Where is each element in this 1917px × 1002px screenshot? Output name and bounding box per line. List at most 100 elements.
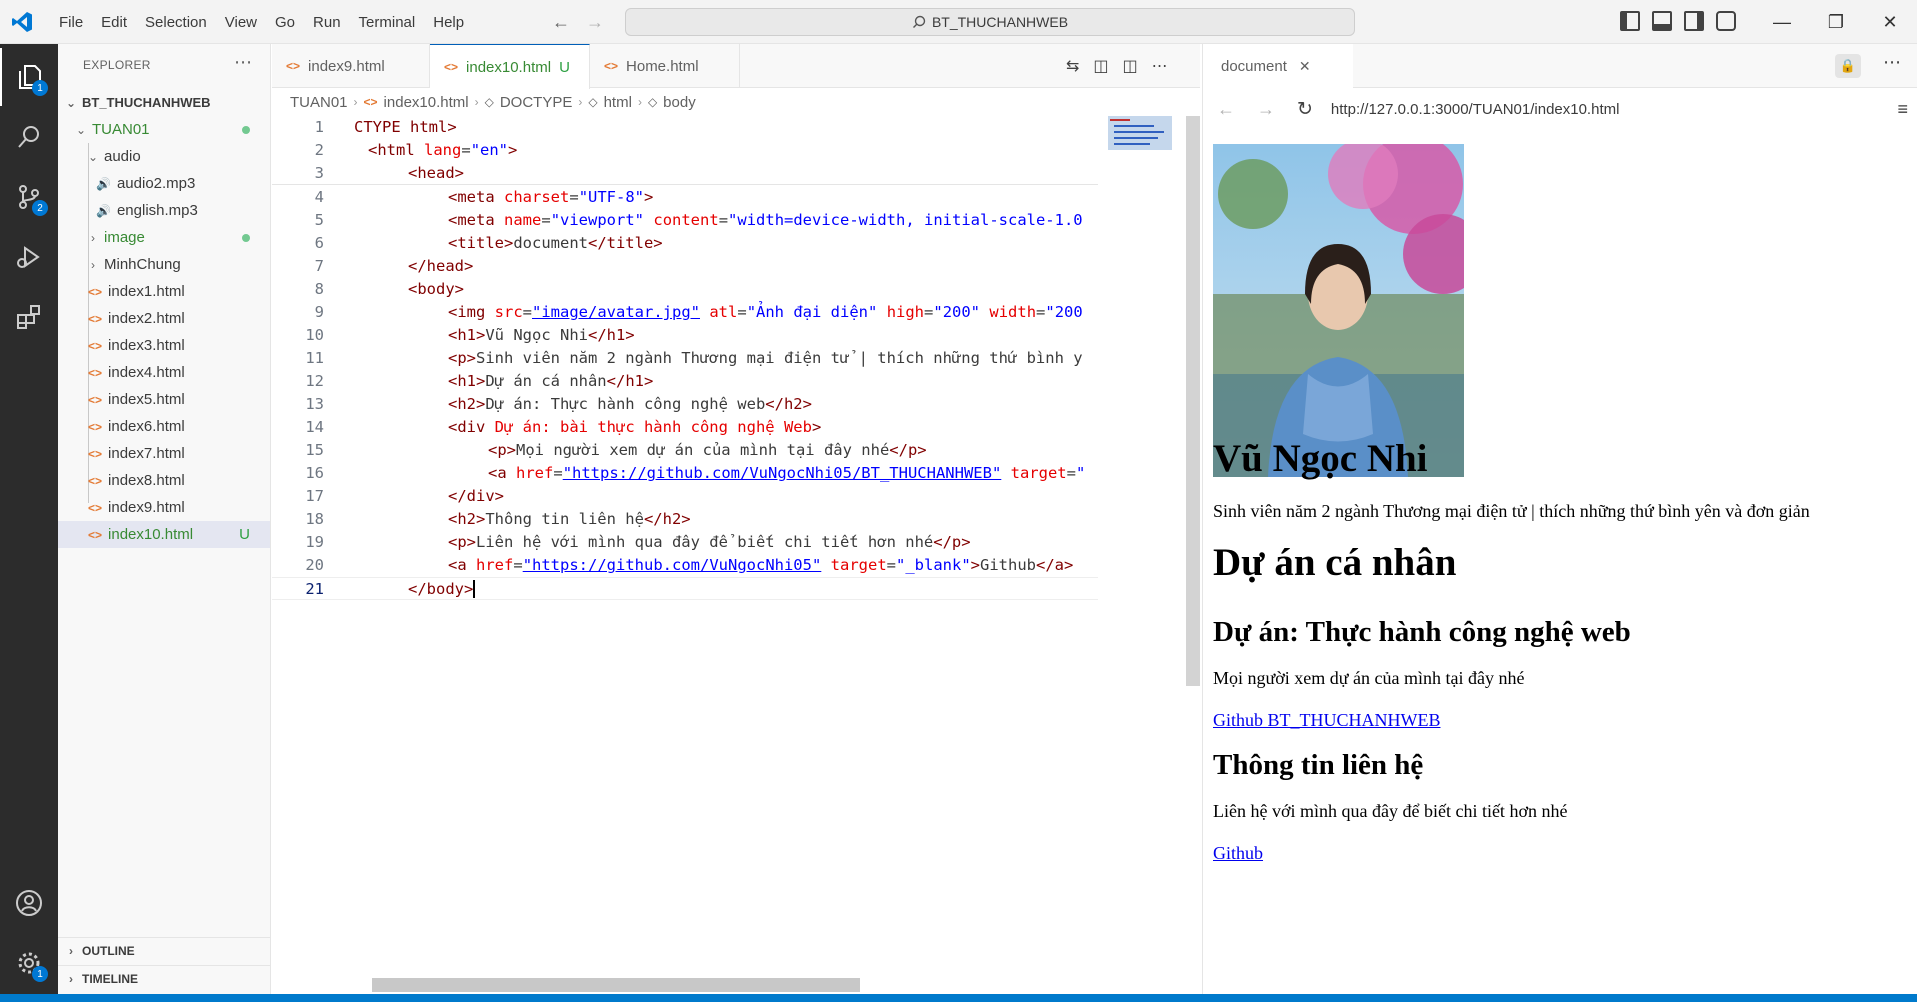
tree-file-index5[interactable]: <> index5.html [58, 386, 270, 413]
maximize-button[interactable]: ❐ [1809, 0, 1863, 44]
timeline-section[interactable]: › TIMELINE [58, 965, 270, 992]
tab-label: Home.html [626, 57, 699, 75]
line-number: 9 [314, 303, 324, 321]
breadcrumb-item[interactable]: DOCTYPE [500, 94, 573, 111]
breadcrumb-item[interactable]: index10.html [384, 94, 469, 111]
code-line: <h1>Vũ Ngọc Nhi</h1> [448, 326, 635, 344]
workspace-root[interactable]: ⌄ BT_THUCHANHWEB [58, 89, 270, 116]
tab-index10[interactable]: <> index10.html U [430, 44, 590, 89]
tree-file-index9[interactable]: <> index9.html [58, 494, 270, 521]
tree-folder-image[interactable]: › image [58, 224, 270, 251]
forward-arrow-icon[interactable]: → [1257, 99, 1275, 120]
open-preview-icon[interactable]: ◫ [1093, 56, 1108, 76]
tab-index9[interactable]: <> index9.html [272, 44, 430, 88]
chevron-right-icon: › [578, 95, 583, 109]
minimap[interactable] [1100, 116, 1186, 176]
tab-home[interactable]: <> Home.html [590, 44, 740, 88]
command-center[interactable]: BT_THUCHANHWEB [625, 8, 1355, 36]
tree-item-label: index3.html [108, 337, 185, 354]
url-field[interactable]: http://127.0.0.1:3000/TUAN01/index10.htm… [1331, 101, 1620, 118]
toggle-panel-icon[interactable] [1652, 11, 1672, 31]
tree-folder-tuan01[interactable]: ⌄ TUAN01 [58, 116, 270, 143]
line-number: 13 [305, 395, 324, 413]
source-control-activity[interactable]: 2 [0, 168, 58, 226]
explorer-activity[interactable]: 1 [0, 48, 58, 106]
breadcrumb-item[interactable]: TUAN01 [290, 94, 348, 111]
tree-file-index7[interactable]: <> index7.html [58, 440, 270, 467]
more-actions-icon[interactable]: ⋯ [1883, 52, 1901, 73]
menu-run[interactable]: Run [304, 14, 350, 31]
menu-edit[interactable]: Edit [92, 14, 136, 31]
tree-file-index6[interactable]: <> index6.html [58, 413, 270, 440]
tree-folder-audio[interactable]: ⌄ audio [58, 143, 270, 170]
browser-preview: document ✕ 🔒 ⋯ ← → ↻ http://127.0.0.1:30… [1202, 44, 1917, 994]
tree-file-english[interactable]: 🔊 english.mp3 [58, 197, 270, 224]
project-github-link[interactable]: Github BT_THUCHANHWEB [1213, 710, 1441, 731]
customize-layout-icon[interactable] [1716, 11, 1736, 31]
code-line: <p>Mọi người xem dự án của mình tại đây … [488, 441, 927, 459]
outline-section[interactable]: › OUTLINE [58, 937, 270, 964]
breadcrumb: TUAN01 › <> index10.html › ◇ DOCTYPE › ◇… [272, 88, 1200, 116]
outline-label: OUTLINE [82, 944, 135, 958]
extensions-activity[interactable] [0, 288, 58, 346]
tree-file-index8[interactable]: <> index8.html [58, 467, 270, 494]
contact-text: Liên hệ với mình qua đây để biết chi tiế… [1213, 801, 1568, 821]
compare-changes-icon[interactable]: ⇆ [1066, 56, 1079, 76]
tree-file-index10[interactable]: <> index10.html U [58, 521, 270, 548]
contact-github-link[interactable]: Github [1213, 843, 1263, 864]
search-activity[interactable] [0, 108, 58, 166]
back-arrow-icon[interactable]: ← [1217, 99, 1235, 120]
breadcrumb-item[interactable]: body [663, 94, 696, 111]
minimize-button[interactable]: — [1755, 0, 1809, 44]
menu-go[interactable]: Go [266, 14, 304, 31]
forward-arrow-icon[interactable]: → [586, 12, 604, 33]
settings-badge: 1 [32, 966, 48, 982]
close-button[interactable]: ✕ [1863, 0, 1917, 44]
menu-view[interactable]: View [216, 14, 266, 31]
toggle-sidebar-icon[interactable] [1620, 11, 1640, 31]
code-line: <meta charset="UTF-8"> [448, 188, 654, 206]
tree-file-index2[interactable]: <> index2.html [58, 305, 270, 332]
tree-file-audio2[interactable]: 🔊 audio2.mp3 [58, 170, 270, 197]
activity-bar: 1 2 1 [0, 44, 58, 994]
more-actions-icon[interactable]: ⋯ [234, 52, 252, 73]
menu-icon[interactable]: ≡ [1897, 99, 1908, 120]
chevron-right-icon: › [91, 257, 95, 272]
audio-file-icon: 🔊 [96, 176, 111, 191]
modified-dot [242, 233, 250, 242]
breadcrumb-item[interactable]: html [604, 94, 632, 111]
close-icon[interactable]: ✕ [1299, 58, 1311, 75]
tree-file-index3[interactable]: <> index3.html [58, 332, 270, 359]
refresh-icon[interactable]: ↻ [1297, 98, 1313, 121]
tree-file-index4[interactable]: <> index4.html [58, 359, 270, 386]
tree-folder-minhchung[interactable]: › MinhChung [58, 251, 270, 278]
line-number: 11 [305, 349, 324, 367]
back-arrow-icon[interactable]: ← [552, 12, 570, 33]
manage-activity[interactable]: 1 [0, 934, 58, 992]
editor-vertical-scrollbar[interactable] [1186, 116, 1200, 686]
tree-file-index1[interactable]: <> index1.html [58, 278, 270, 305]
tab-label: index9.html [308, 57, 385, 75]
tree-item-label: index2.html [108, 310, 185, 327]
toggle-secondary-sidebar-icon[interactable] [1684, 11, 1704, 31]
code-editor[interactable]: 1 CTYPE html> 2 <html lang="en"> 3 <head> 4… [272, 116, 1098, 978]
preview-tab[interactable]: document ✕ [1203, 44, 1353, 88]
more-actions-icon[interactable]: ⋯ [1152, 56, 1168, 76]
preview-tab-label: document [1221, 57, 1287, 75]
accounts-activity[interactable] [0, 874, 58, 932]
line-number: 8 [314, 280, 324, 298]
chevron-right-icon: › [69, 944, 73, 958]
run-debug-activity[interactable] [0, 228, 58, 286]
line-number: 20 [305, 556, 324, 574]
split-editor-icon[interactable]: ◫ [1123, 56, 1138, 76]
lock-icon[interactable]: 🔒 [1835, 54, 1861, 78]
menu-help[interactable]: Help [424, 14, 473, 31]
menu-terminal[interactable]: Terminal [350, 14, 425, 31]
menu-file[interactable]: File [50, 14, 92, 31]
code-line: <a href="https://github.com/VuNgocNhi05"… [448, 556, 1074, 574]
editor-horizontal-scrollbar[interactable] [372, 978, 860, 992]
code-line: <a href="https://github.com/VuNgocNhi05/… [488, 464, 1086, 482]
menu-selection[interactable]: Selection [136, 14, 216, 31]
code-line: CTYPE html> [354, 118, 457, 136]
editor-tab-bar: <> index9.html <> index10.html U <> Home… [272, 44, 1200, 89]
